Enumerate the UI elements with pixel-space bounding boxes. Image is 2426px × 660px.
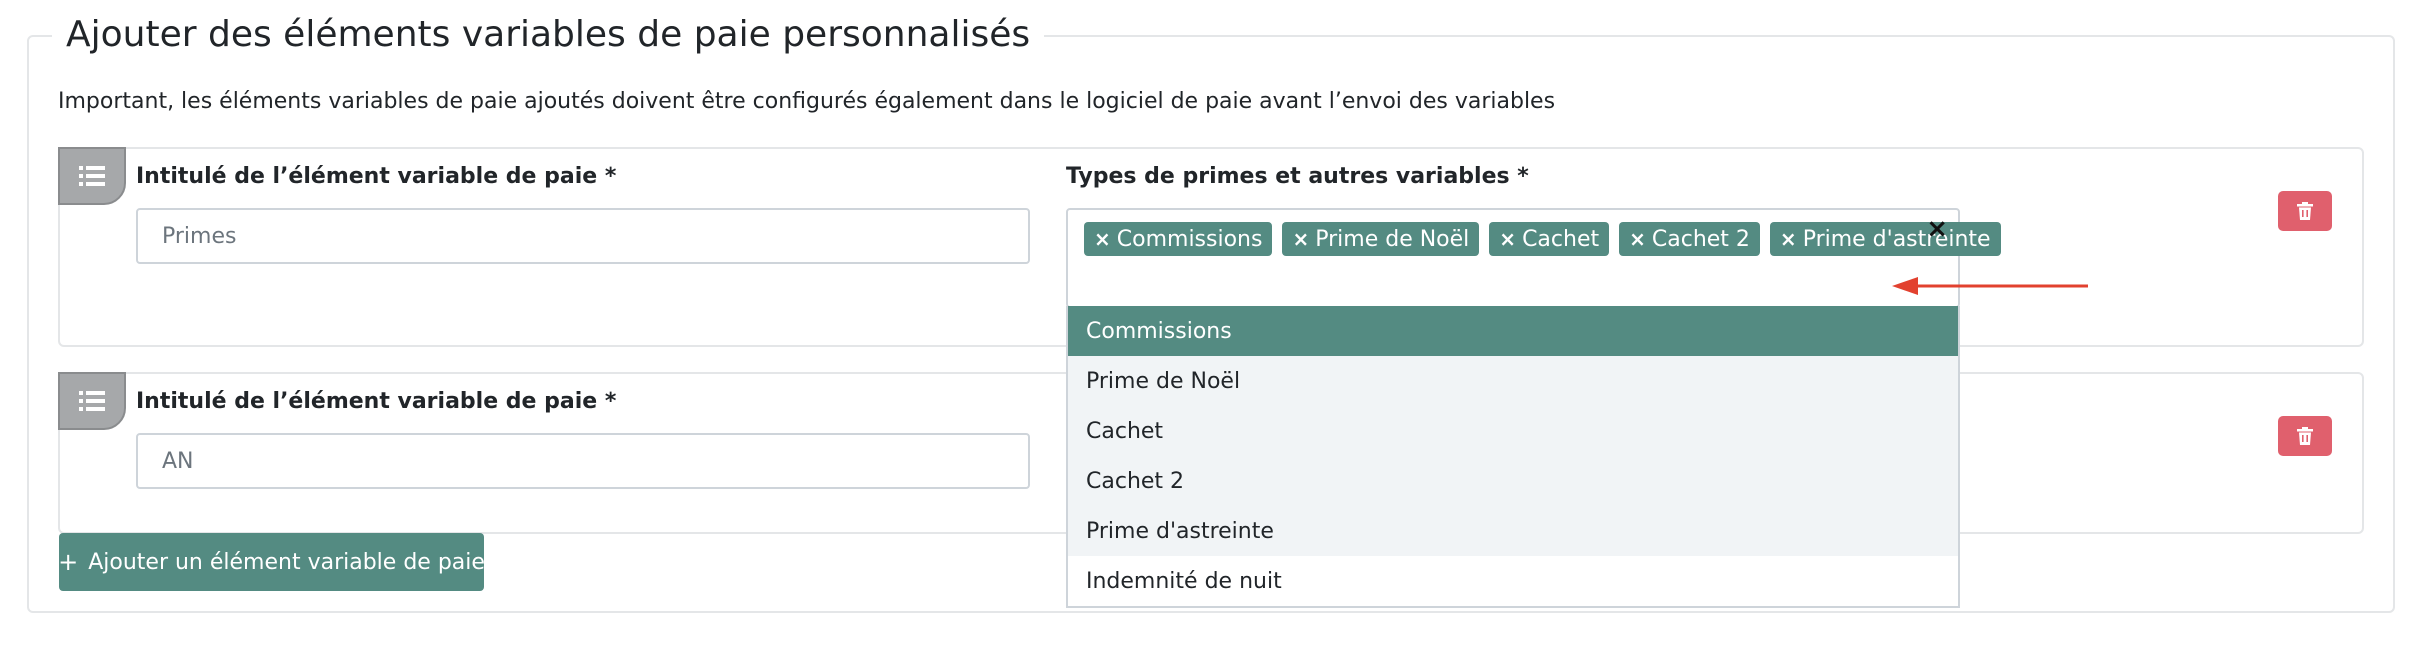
- item-name-input[interactable]: AN: [136, 433, 1030, 489]
- remove-tag-icon[interactable]: ×: [1292, 227, 1309, 251]
- plus-icon: +: [58, 548, 79, 576]
- remove-tag-icon[interactable]: ×: [1780, 227, 1797, 251]
- item-name-placeholder: AN: [162, 448, 194, 474]
- dropdown-option[interactable]: Indemnité de nuit: [1068, 556, 1958, 606]
- selected-tag[interactable]: × Cachet: [1489, 222, 1610, 256]
- trash-icon: [2297, 202, 2313, 220]
- delete-button[interactable]: [2278, 191, 2332, 231]
- tag-label: Prime de Noël: [1315, 226, 1470, 252]
- selected-tags: × Commissions × Prime de Noël × Cachet ×…: [1084, 222, 2001, 256]
- list-icon: [79, 166, 105, 186]
- remove-tag-icon[interactable]: ×: [1499, 227, 1516, 251]
- dropdown-option[interactable]: Cachet 2: [1068, 456, 1958, 506]
- list-icon: [79, 391, 105, 411]
- remove-tag-icon[interactable]: ×: [1629, 227, 1646, 251]
- trash-icon: [2297, 427, 2313, 445]
- dropdown-option[interactable]: Cachet: [1068, 406, 1958, 456]
- selected-tag[interactable]: × Commissions: [1084, 222, 1273, 256]
- arrow-annotation-icon: [1892, 277, 2088, 295]
- item-name-placeholder: Primes: [162, 223, 237, 249]
- tag-label: Commissions: [1116, 226, 1263, 252]
- dropdown-option[interactable]: Prime d'astreinte: [1068, 506, 1958, 556]
- tag-label: Prime d'astreinte: [1802, 226, 1991, 252]
- drag-handle[interactable]: [58, 372, 126, 430]
- types-dropdown: Commissions Prime de Noël Cachet Cachet …: [1066, 306, 1960, 608]
- selected-tag[interactable]: × Cachet 2: [1619, 222, 1760, 256]
- clear-all-icon[interactable]: ×: [1926, 214, 1948, 244]
- tag-label: Cachet: [1522, 226, 1600, 252]
- item-name-label: Intitulé de l’élément variable de paie *: [136, 389, 617, 414]
- delete-button[interactable]: [2278, 416, 2332, 456]
- selected-tag[interactable]: × Prime de Noël: [1282, 222, 1480, 256]
- tag-label: Cachet 2: [1651, 226, 1750, 252]
- dropdown-option[interactable]: Prime de Noël: [1068, 356, 1958, 406]
- section-title: Ajouter des éléments variables de paie p…: [52, 10, 1045, 60]
- item-name-input[interactable]: Primes: [136, 208, 1030, 264]
- add-payroll-item-button[interactable]: + Ajouter un élément variable de paie: [58, 533, 485, 591]
- add-button-label: Ajouter un élément variable de paie: [88, 549, 485, 575]
- dropdown-option[interactable]: Commissions: [1068, 306, 1958, 356]
- types-label: Types de primes et autres variables *: [1066, 164, 1529, 189]
- drag-handle[interactable]: [58, 147, 126, 205]
- item-name-label: Intitulé de l’élément variable de paie *: [136, 164, 617, 189]
- selected-tag[interactable]: × Prime d'astreinte: [1769, 222, 2001, 256]
- types-multiselect[interactable]: × Commissions × Prime de Noël × Cachet ×…: [1066, 208, 2001, 308]
- configuration-notice: Important, les éléments variables de pai…: [58, 89, 1556, 114]
- remove-tag-icon[interactable]: ×: [1094, 227, 1111, 251]
